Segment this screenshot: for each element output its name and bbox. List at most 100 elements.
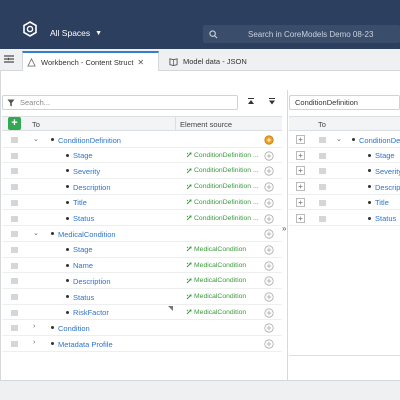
tree-row-label[interactable]: ConditionDefinition (58, 136, 121, 145)
tree-row-label[interactable]: Stage (73, 245, 93, 254)
tree-row[interactable]: › Metadata Profile (2, 336, 282, 352)
add-child-icon[interactable] (264, 229, 274, 239)
tab-workbench[interactable]: Workbench - Content Struct ✕ (22, 51, 159, 71)
tree-search-box[interactable] (2, 95, 238, 110)
tree-row[interactable]: Stage MedicalCondition (2, 242, 282, 258)
drag-handle-icon[interactable] (11, 137, 18, 143)
element-source-link[interactable]: ConditionDefinition ... (186, 167, 259, 174)
tree-search-input[interactable] (20, 98, 220, 107)
tree-row-label[interactable]: Description (73, 277, 111, 286)
right-tree-row[interactable]: ⌄ ConditionDef (289, 132, 400, 148)
right-tree-row-label[interactable]: Stage (375, 151, 395, 160)
tree-row-label[interactable]: Metadata Profile (58, 340, 113, 349)
right-tree-row[interactable]: Description (289, 179, 400, 195)
tree-row[interactable]: Description ConditionDefinition ... (2, 179, 282, 195)
element-source-link[interactable]: ConditionDefinition ... (186, 199, 259, 206)
add-child-icon[interactable] (264, 198, 274, 208)
add-child-icon[interactable] (264, 339, 274, 349)
tree-row-label[interactable]: Status (73, 293, 94, 302)
coremodels-logo-icon[interactable] (22, 21, 38, 37)
element-source-link[interactable]: MedicalCondition (186, 309, 246, 316)
tree-row[interactable]: Name MedicalCondition (2, 258, 282, 274)
chevron-down-icon[interactable]: ⌄ (33, 229, 39, 237)
tree-row-label[interactable]: Stage (73, 151, 93, 160)
tree-row[interactable]: ⌄ ConditionDefinition (2, 132, 282, 148)
add-child-icon[interactable] (264, 166, 274, 176)
panel-splitter-arrows[interactable]: » (282, 224, 286, 233)
tree-row-label[interactable]: Severity (73, 167, 100, 176)
all-spaces-dropdown[interactable]: All Spaces ▼ (50, 28, 102, 38)
collapse-all-icon[interactable] (246, 97, 256, 107)
add-child-icon[interactable] (264, 213, 274, 224)
panel-menu-icon[interactable] (3, 53, 15, 65)
drag-handle-icon[interactable] (11, 216, 18, 222)
right-tree-row-label[interactable]: Status (375, 214, 396, 223)
expand-all-icon[interactable] (267, 97, 277, 107)
drag-handle-icon[interactable] (319, 153, 326, 159)
drag-handle-icon[interactable] (11, 200, 18, 206)
right-tree-row[interactable]: Title (289, 195, 400, 211)
tree-row-label[interactable]: Status (73, 214, 94, 223)
add-child-icon[interactable] (264, 323, 274, 333)
tree-row[interactable]: Severity ConditionDefinition ... (2, 163, 282, 180)
element-source-link[interactable]: MedicalCondition (186, 293, 246, 300)
drag-handle-icon[interactable] (11, 184, 18, 190)
tree-row-label[interactable]: Description (73, 183, 111, 192)
close-icon[interactable]: ✕ (137, 58, 144, 67)
drag-handle-icon[interactable] (11, 247, 18, 253)
right-tree-row-label[interactable]: ConditionDef (359, 136, 400, 145)
right-tree-row-label[interactable]: Description (375, 183, 400, 192)
add-child-icon[interactable] (264, 276, 274, 286)
tree-row[interactable]: ⌄ MedicalCondition (2, 226, 282, 242)
drag-handle-icon[interactable] (11, 168, 18, 174)
tree-row-label[interactable]: RiskFactor (73, 308, 109, 317)
drag-handle-icon[interactable] (319, 137, 326, 143)
global-search-box[interactable] (203, 25, 400, 43)
drag-handle-icon[interactable] (319, 184, 326, 190)
add-mapping-icon[interactable] (296, 150, 305, 160)
add-mapping-icon[interactable] (296, 166, 305, 176)
drag-handle-icon[interactable] (319, 168, 326, 174)
tree-row[interactable]: › Condition (2, 320, 282, 337)
drag-handle-icon[interactable] (319, 200, 326, 206)
drag-handle-icon[interactable] (319, 216, 326, 222)
tree-row-label[interactable]: MedicalCondition (58, 230, 116, 239)
drag-handle-icon[interactable] (11, 310, 18, 316)
add-child-icon[interactable] (264, 260, 274, 271)
drag-handle-icon[interactable] (11, 294, 18, 300)
right-tree-row-label[interactable]: Severity (375, 167, 400, 176)
tree-row[interactable]: Status ConditionDefinition ... (2, 211, 282, 227)
chevron-down-icon[interactable]: ⌄ (336, 135, 342, 143)
drag-handle-icon[interactable] (11, 341, 18, 347)
element-source-link[interactable]: MedicalCondition (186, 246, 246, 253)
element-source-link[interactable]: ConditionDefinition ... (186, 183, 259, 190)
tree-row[interactable]: Title ConditionDefinition ... (2, 195, 282, 211)
add-mapping-icon[interactable] (296, 197, 305, 207)
add-mapping-icon[interactable] (296, 135, 305, 144)
tree-row[interactable]: Status MedicalCondition (2, 289, 282, 305)
drag-handle-icon[interactable] (11, 325, 18, 331)
tree-row-label[interactable]: Title (73, 198, 87, 207)
drag-handle-icon[interactable] (11, 231, 18, 237)
tree-row[interactable]: RiskFactor MedicalCondition (2, 305, 282, 321)
right-tree-row[interactable]: Severity (289, 163, 400, 180)
drag-handle-icon[interactable] (11, 263, 18, 269)
add-child-active-icon[interactable] (264, 135, 274, 145)
tree-row[interactable]: Description MedicalCondition (2, 273, 282, 289)
element-source-link[interactable]: ConditionDefinition ... (186, 152, 259, 159)
drag-handle-icon[interactable] (11, 278, 18, 284)
element-source-link[interactable]: MedicalCondition (186, 262, 246, 269)
right-tree-row[interactable]: Stage (289, 148, 400, 164)
tab-model-data[interactable]: Model data - JSON (165, 51, 265, 71)
tree-row[interactable]: Stage ConditionDefinition ... (2, 148, 282, 164)
chevron-right-icon[interactable]: › (33, 339, 35, 346)
tree-row-label[interactable]: Name (73, 261, 93, 270)
add-mapping-icon[interactable] (296, 213, 305, 223)
element-source-link[interactable]: MedicalCondition (186, 277, 246, 284)
tree-row-label[interactable]: Condition (58, 324, 90, 333)
add-child-icon[interactable] (264, 308, 274, 318)
right-tree-row-label[interactable]: Title (375, 198, 389, 207)
add-child-icon[interactable] (264, 151, 274, 161)
drag-handle-icon[interactable] (11, 153, 18, 159)
chevron-down-icon[interactable]: ⌄ (33, 135, 39, 143)
